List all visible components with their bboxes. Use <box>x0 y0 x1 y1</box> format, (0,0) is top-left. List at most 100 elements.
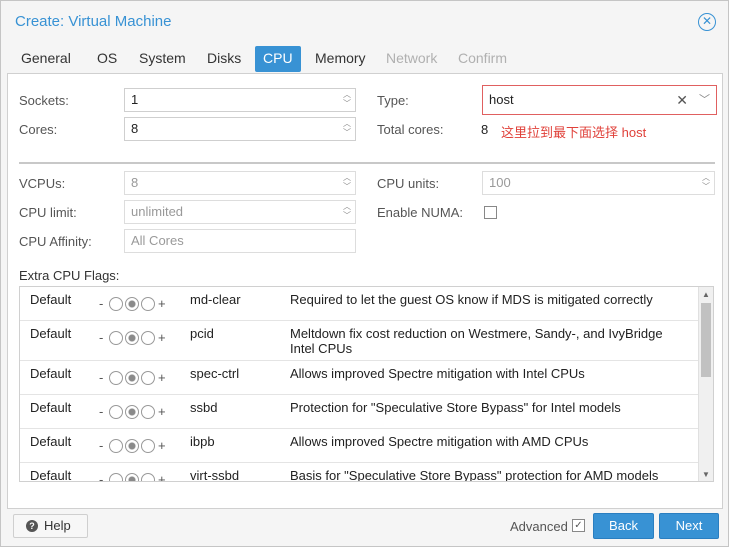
clear-icon[interactable]: ✕ <box>676 86 688 114</box>
flag-state: Default <box>30 326 72 341</box>
next-button[interactable]: Next <box>659 513 719 539</box>
flag-state: Default <box>30 468 72 482</box>
question-icon: ? <box>26 520 38 532</box>
sockets-label: Sockets: <box>19 93 69 108</box>
radio-default[interactable] <box>125 297 139 311</box>
tab-system[interactable]: System <box>131 46 194 72</box>
flag-description: Protection for "Speculative Store Bypass… <box>290 400 621 415</box>
chevron-down-icon[interactable]: ﹀ <box>699 86 710 114</box>
type-label: Type: <box>377 93 409 108</box>
radio-off[interactable] <box>109 473 123 481</box>
cpu-limit-spinner-icon[interactable]: ︿ ﹀ <box>342 203 352 221</box>
cpu-affinity-field[interactable]: All Cores <box>124 229 356 253</box>
radio-default[interactable] <box>125 371 139 385</box>
radio-on[interactable] <box>141 297 155 311</box>
flag-state: Default <box>30 366 72 381</box>
radio-default[interactable] <box>125 405 139 419</box>
cpu-units-value: 100 <box>489 175 511 190</box>
radio-on[interactable] <box>141 473 155 481</box>
radio-off[interactable] <box>109 405 123 419</box>
cpu-limit-field[interactable]: unlimited ︿ ﹀ <box>124 200 356 224</box>
sockets-spinner-icon[interactable]: ︿ ﹀ <box>342 91 352 109</box>
create-vm-dialog: Create: Virtual Machine ✕ General OS Sys… <box>0 0 729 547</box>
radio-default[interactable] <box>125 331 139 345</box>
table-row: Default - + spec-ctrl Allows improved Sp… <box>20 361 699 395</box>
grid-scrollbar[interactable]: ▲ ▼ <box>698 287 713 481</box>
flag-description: Basis for "Speculative Store Bypass" pro… <box>290 468 659 482</box>
radio-off[interactable] <box>109 439 123 453</box>
flag-tristate[interactable]: - + <box>99 296 169 312</box>
scroll-down-icon[interactable]: ▼ <box>702 470 710 479</box>
advanced-checkbox[interactable]: ✓ <box>572 519 585 532</box>
minus-icon: - <box>99 404 104 419</box>
radio-default[interactable] <box>125 439 139 453</box>
help-label: Help <box>44 518 71 533</box>
titlebar: Create: Virtual Machine ✕ <box>1 1 728 43</box>
radio-off[interactable] <box>109 331 123 345</box>
enable-numa-label: Enable NUMA: <box>377 205 463 220</box>
tab-general[interactable]: General <box>13 46 79 72</box>
cores-spinner-icon[interactable]: ︿ ﹀ <box>342 120 352 138</box>
table-row: Default - + pcid Meltdown fix cost reduc… <box>20 321 699 361</box>
back-button[interactable]: Back <box>593 513 654 539</box>
flag-name: pcid <box>190 326 214 341</box>
cpu-panel: Sockets: 1 ︿ ﹀ Type: host ✕ ﹀ Cores: 8 ︿ ﹀… <box>7 73 723 509</box>
tab-cpu[interactable]: CPU <box>255 46 301 72</box>
table-row: Default - + virt-ssbd Basis for "Specula… <box>20 463 699 482</box>
flag-name: spec-ctrl <box>190 366 240 381</box>
vcpus-field[interactable]: 8 ︿ ﹀ <box>124 171 356 195</box>
cpu-affinity-label: CPU Affinity: <box>19 234 92 249</box>
table-row: Default - + md-clear Required to let the… <box>20 287 699 321</box>
cores-field[interactable]: 8 ︿ ﹀ <box>124 117 356 141</box>
tab-memory[interactable]: Memory <box>307 46 374 72</box>
plus-icon: + <box>158 472 166 482</box>
sockets-field[interactable]: 1 ︿ ﹀ <box>124 88 356 112</box>
minus-icon: - <box>99 472 104 482</box>
cores-label: Cores: <box>19 122 58 137</box>
flag-tristate[interactable]: - + <box>99 472 169 482</box>
tab-bar: General OS System Disks CPU Memory Netwo… <box>7 46 723 72</box>
cpu-units-spinner-icon[interactable]: ︿ ﹀ <box>701 174 711 192</box>
tab-confirm: Confirm <box>458 50 508 66</box>
flag-state: Default <box>30 434 72 449</box>
type-select[interactable]: host ✕ ﹀ <box>482 85 717 115</box>
radio-on[interactable] <box>141 439 155 453</box>
minus-icon: - <box>99 438 104 453</box>
flag-name: md-clear <box>190 292 241 307</box>
plus-icon: + <box>158 296 166 311</box>
vcpus-label: VCPUs: <box>19 176 66 191</box>
radio-default[interactable] <box>125 473 139 481</box>
flag-state: Default <box>30 292 72 307</box>
flag-tristate[interactable]: - + <box>99 404 169 420</box>
vcpus-spinner-icon[interactable]: ︿ ﹀ <box>342 174 352 192</box>
close-icon[interactable]: ✕ <box>698 13 716 31</box>
total-cores-label: Total cores: <box>377 122 444 137</box>
cpu-affinity-placeholder: All Cores <box>131 233 184 248</box>
sockets-value: 1 <box>131 92 139 107</box>
radio-on[interactable] <box>141 331 155 345</box>
flag-tristate[interactable]: - + <box>99 330 169 346</box>
flag-description: Allows improved Spectre mitigation with … <box>290 366 585 381</box>
flag-tristate[interactable]: - + <box>99 438 169 454</box>
enable-numa-checkbox[interactable] <box>484 206 497 219</box>
scroll-thumb[interactable] <box>701 303 711 377</box>
radio-off[interactable] <box>109 371 123 385</box>
dialog-footer: ? Help Advanced ✓ Back Next <box>1 509 728 547</box>
type-value: host <box>489 92 514 107</box>
cpu-units-field[interactable]: 100 ︿ ﹀ <box>482 171 715 195</box>
tab-os[interactable]: OS <box>89 46 125 72</box>
annotation-note: 这里拉到最下面选择 host <box>501 125 647 140</box>
radio-on[interactable] <box>141 371 155 385</box>
vcpus-value: 8 <box>131 175 139 190</box>
radio-on[interactable] <box>141 405 155 419</box>
radio-off[interactable] <box>109 297 123 311</box>
cpu-limit-value: unlimited <box>131 204 184 219</box>
flag-name: ibpb <box>190 434 215 449</box>
tab-disks[interactable]: Disks <box>199 46 249 72</box>
table-row: Default - + ssbd Protection for "Specula… <box>20 395 699 429</box>
flag-tristate[interactable]: - + <box>99 370 169 386</box>
scroll-up-icon[interactable]: ▲ <box>702 290 710 299</box>
plus-icon: + <box>158 370 166 385</box>
cores-value: 8 <box>131 121 139 136</box>
help-button[interactable]: ? Help <box>13 514 88 538</box>
